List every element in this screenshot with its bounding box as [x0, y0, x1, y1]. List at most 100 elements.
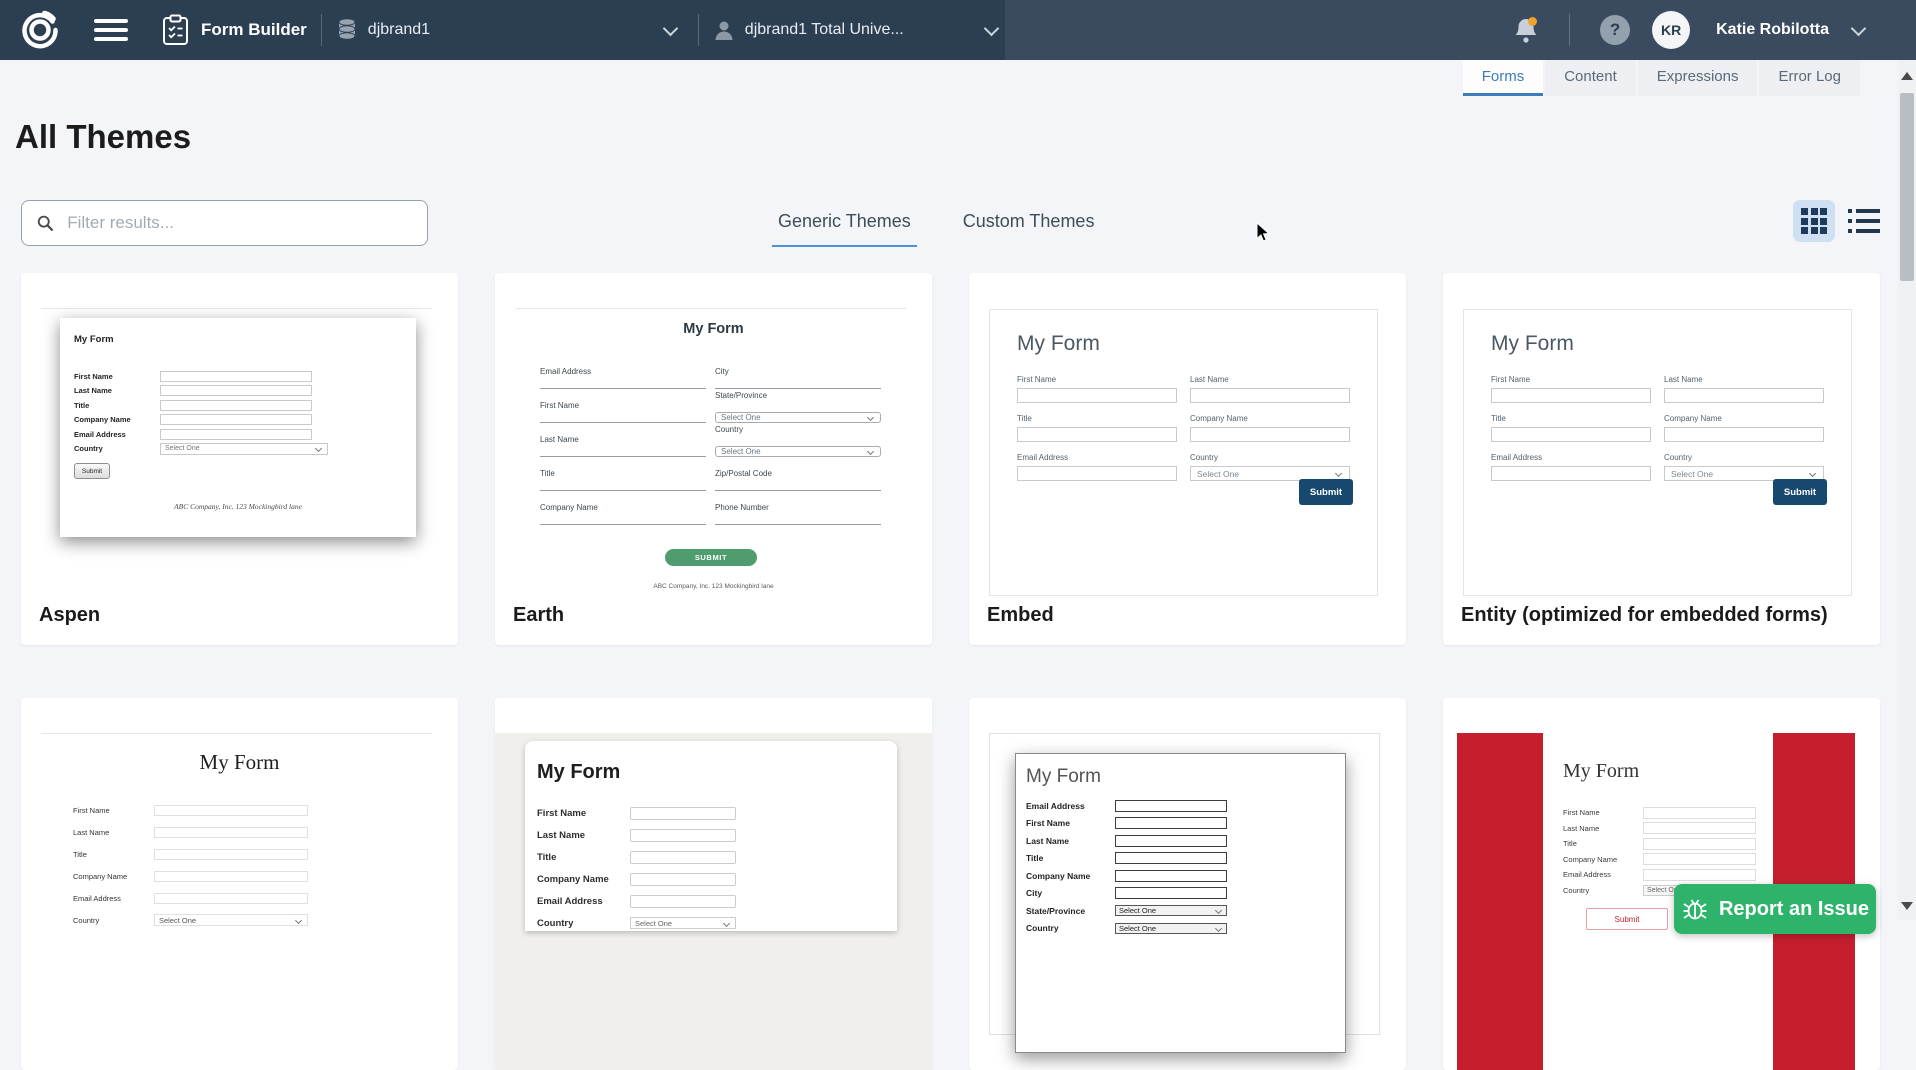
theme-card[interactable]: My FormEmail AddressFirst NameLast NameT… — [969, 698, 1406, 1070]
form-footer: ABC Company, Inc. 123 Mockingbird lane — [495, 583, 932, 590]
notification-badge — [1528, 17, 1537, 26]
field-label: Country — [73, 916, 154, 925]
form-row: Company Name — [1026, 867, 1345, 885]
select-value: Select One — [1671, 469, 1713, 479]
field-label: Title — [537, 852, 630, 863]
form-cell: Email Address — [1491, 453, 1664, 481]
form-cell: Email Address — [1017, 453, 1190, 481]
tab-generic-themes[interactable]: Generic Themes — [772, 211, 917, 247]
database-icon — [336, 17, 358, 43]
field-label: Country — [1190, 453, 1363, 462]
mini-form-title: My Form — [495, 321, 932, 337]
tab-error-log[interactable]: Error Log — [1759, 60, 1860, 96]
field-label: Country — [74, 444, 160, 453]
list-view-button[interactable] — [1848, 200, 1884, 242]
navbar-divider — [1569, 14, 1570, 46]
scrollbar-up-arrow[interactable] — [1901, 72, 1913, 80]
input-underline — [540, 490, 706, 491]
field-label: Phone Number — [715, 503, 881, 512]
hamburger-menu-icon[interactable] — [94, 19, 128, 41]
field-label: Email Address — [1491, 453, 1664, 462]
chevron-down-icon[interactable] — [1851, 20, 1867, 36]
form-row: CountrySelect One — [1026, 920, 1345, 938]
theme-preview: My FormFirst NameLast NameTitleCompany N… — [495, 698, 932, 1070]
input-box — [1491, 388, 1651, 403]
bell-icon[interactable] — [1513, 16, 1539, 44]
input-underline — [540, 422, 706, 423]
submit-button: Submit — [1586, 908, 1668, 930]
tab-forms[interactable]: Forms — [1463, 60, 1544, 96]
mini-form-title: My Form — [537, 761, 897, 784]
input-box — [630, 851, 736, 864]
tab-custom-themes[interactable]: Custom Themes — [957, 211, 1101, 247]
theme-card[interactable]: My FormFirst NameLast NameTitleCompany N… — [495, 698, 932, 1070]
field-label: Company Name — [74, 415, 160, 424]
field-label: Company Name — [1190, 414, 1363, 423]
workspace-dropdown[interactable]: djbrand1 Total Unive... — [713, 19, 1005, 41]
form-row: First Name — [1026, 815, 1345, 833]
theme-card[interactable]: My FormFirst NameLast NameTitleCompany N… — [969, 273, 1406, 645]
field-label: Last Name — [73, 828, 154, 837]
product-switcher[interactable]: Form Builder — [162, 14, 307, 46]
chevron-down-icon — [1809, 470, 1816, 477]
form-row: Email Address — [537, 890, 897, 912]
select-value: Select One — [721, 447, 761, 456]
chevron-down-icon — [295, 916, 302, 923]
form-cell: Company Name — [1190, 414, 1363, 442]
grid-view-button[interactable] — [1793, 200, 1835, 242]
page-title: All Themes — [15, 118, 191, 156]
form-row: Email Address — [1026, 797, 1345, 815]
theme-card[interactable]: My FormFirst NameLast NameTitleCompany N… — [21, 273, 458, 645]
input-box — [1115, 817, 1227, 829]
mini-form-title: My Form — [21, 750, 458, 775]
form-row: City — [1026, 885, 1345, 903]
form-row: First NameLast Name — [1491, 375, 1851, 403]
form-row: CountrySelect One — [74, 442, 416, 457]
filter-input[interactable] — [65, 212, 413, 234]
form-cell: First Name — [1017, 375, 1190, 403]
tab-expressions[interactable]: Expressions — [1638, 60, 1758, 96]
theme-card[interactable]: My FormFirst NameLast NameTitleCompany N… — [21, 698, 458, 1070]
select-value: Select One — [1119, 906, 1156, 915]
brand-dropdown[interactable]: djbrand1 — [336, 17, 684, 43]
workspace-name: djbrand1 Total Unive... — [745, 21, 904, 39]
form-row: First Name — [540, 401, 706, 423]
navbar-left-group: Form Builder djbrand1 djbrand1 Total Uni… — [0, 0, 1005, 60]
input-box — [1643, 869, 1756, 881]
list-view-icon — [1848, 209, 1884, 213]
user-avatar[interactable]: KR — [1652, 11, 1690, 49]
select-value: Select One — [159, 916, 196, 925]
form-row: Company Name — [74, 413, 416, 428]
submit-button: SUBMIT — [665, 549, 757, 566]
form-row: Email AddressCountrySelect One — [1017, 453, 1377, 481]
form-cell: First Name — [1491, 375, 1664, 403]
field-label: Company Name — [73, 872, 154, 881]
scrollbar-thumb[interactable] — [1900, 93, 1914, 281]
tab-content[interactable]: Content — [1545, 60, 1636, 96]
theme-card[interactable]: My FormEmail AddressFirst NameLast NameT… — [495, 273, 932, 645]
input-box — [1190, 427, 1350, 442]
clipboard-check-icon — [162, 14, 189, 46]
input-box — [1115, 870, 1227, 882]
select-value: Select One — [1119, 924, 1156, 933]
select-box: Select One — [630, 917, 736, 929]
field-label: Title — [540, 469, 706, 478]
form-row: Company Name — [73, 865, 308, 887]
theme-preview: My FormFirst NameLast NameTitleCompany N… — [1443, 273, 1880, 645]
form-row: Last Name — [74, 384, 416, 399]
form-row: TitleCompany Name — [1491, 414, 1851, 442]
report-issue-button[interactable]: Report an Issue — [1674, 884, 1876, 934]
form-row: First Name — [74, 369, 416, 384]
field-label: Last Name — [1026, 836, 1115, 846]
preview-divider — [41, 308, 432, 309]
form-row: Last Name — [73, 821, 308, 843]
form-row: Title — [73, 843, 308, 865]
vertical-scrollbar[interactable] — [1898, 60, 1916, 920]
form-cell: Last Name — [1664, 375, 1837, 403]
form-row: Title — [1026, 850, 1345, 868]
theme-card[interactable]: My FormFirst NameLast NameTitleCompany N… — [1443, 273, 1880, 645]
input-box — [1115, 835, 1227, 847]
app-logo[interactable] — [12, 8, 68, 52]
scrollbar-down-arrow[interactable] — [1901, 902, 1913, 910]
help-button[interactable]: ? — [1600, 15, 1630, 45]
